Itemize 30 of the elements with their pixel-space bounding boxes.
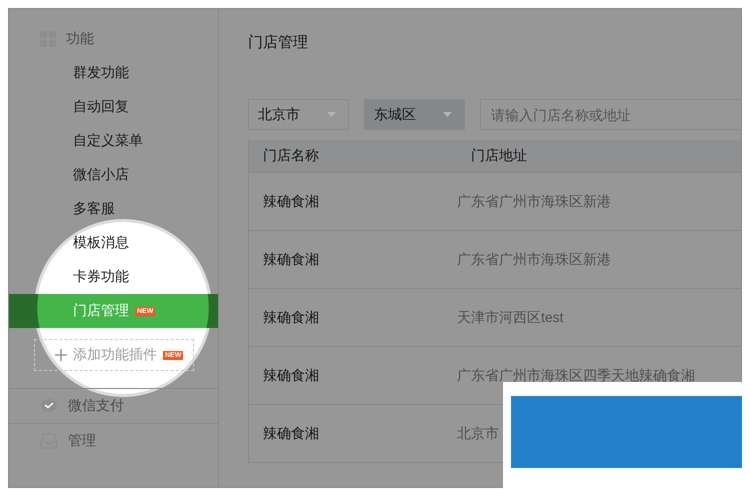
section-title: 管理: [68, 432, 96, 450]
section-title: 功能: [66, 30, 94, 48]
sidebar-item[interactable]: 模板消息: [9, 226, 218, 260]
column-header: 门店地址: [470, 147, 528, 165]
table-cell-text: 广东省广州市海珠区新港: [457, 250, 612, 268]
chat-bubble-icon: [40, 398, 58, 414]
section-title: 微信支付: [68, 397, 124, 415]
region-dropdown[interactable]: 北京市: [248, 99, 349, 130]
caret-icon: [443, 112, 452, 117]
caret-icon: [327, 112, 336, 117]
table-cell-text: 广东省广州市海珠区四季天地辣确食湘: [457, 366, 696, 384]
sidebar-item[interactable]: 自定义菜单: [9, 124, 218, 158]
region-dropdown[interactable]: 东城区: [364, 99, 465, 130]
table-cell-text: 广东省广州市海珠区新港: [457, 192, 612, 210]
sidebar-item[interactable]: 群发功能: [9, 56, 218, 90]
sidebar-item[interactable]: 卡券功能: [9, 260, 218, 294]
table-cell-text: 辣确食湘: [262, 424, 320, 442]
page-title: 门店管理: [248, 33, 309, 51]
plus-icon: [55, 349, 67, 361]
table-cell-text: 辣确食湘: [262, 250, 320, 268]
sidebar-item[interactable]: 微信小店: [9, 158, 218, 192]
sidebar-item[interactable]: 多客服: [9, 192, 218, 226]
table-cell-text: 辣确食湘: [262, 192, 320, 210]
table-cell-text: 北京市: [457, 424, 500, 442]
search-field[interactable]: 请输入门店名称或地址: [480, 99, 741, 130]
table-cell-text: 天津市河西区test: [457, 308, 565, 326]
table-cell-text: 辣确食湘: [262, 366, 320, 384]
table-cell-text: 辣确食湘: [262, 308, 320, 326]
column-header: 门店名称: [262, 147, 320, 165]
sidebar-item[interactable]: 自动回复: [9, 90, 218, 124]
